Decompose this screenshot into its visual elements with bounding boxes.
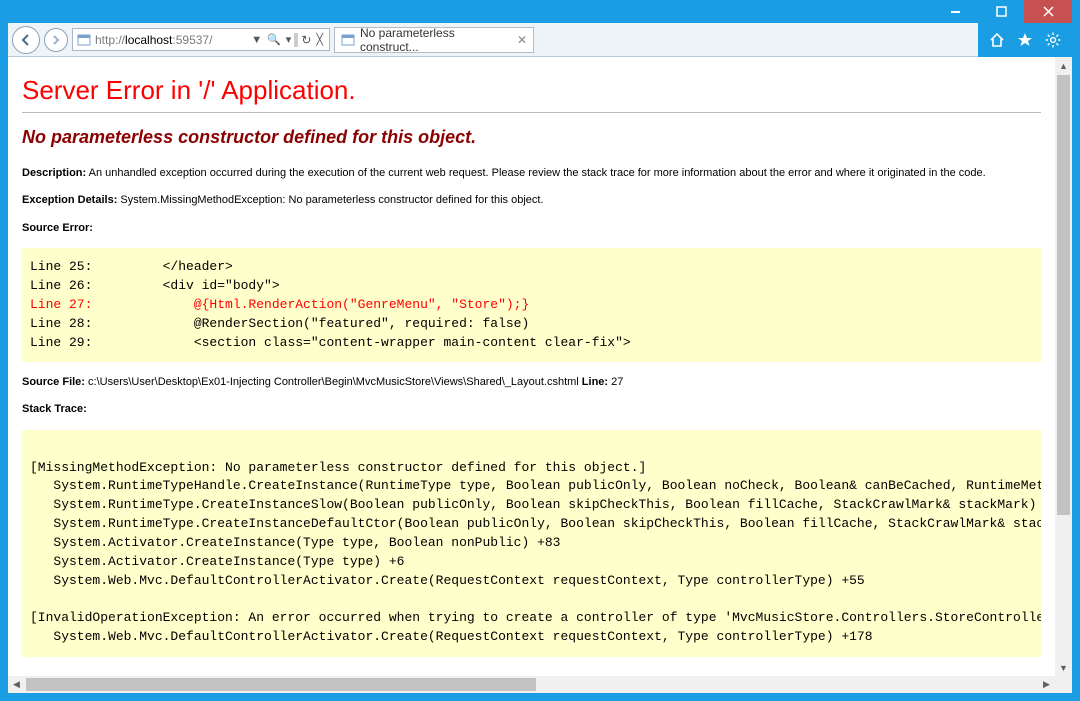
exception-details-text: System.MissingMethodException: No parame… [117,194,543,206]
error-message: No parameterless constructor defined for… [22,127,1041,148]
url-dropdown-icon[interactable]: ▼ [249,34,264,46]
scroll-corner [1055,676,1072,693]
browser-window: http://localhost:59537/ ▼ 🔍 ▾ ↻ ╳ No par… [0,0,1080,701]
back-button[interactable] [12,26,40,54]
scroll-left-icon[interactable]: ◀ [8,676,25,693]
error-page: Server Error in '/' Application. No para… [8,57,1055,676]
source-error-codebox: Line 25: </header>Line 26: <div id="body… [22,248,1041,362]
description-paragraph: Description: An unhandled exception occu… [22,166,1041,181]
source-file-label: Source File: [22,376,85,388]
refresh-icon[interactable]: ↻ [299,33,313,47]
source-line-27: Line 27: @{Html.RenderAction("GenreMenu"… [30,296,1033,315]
description-label: Description: [22,167,86,179]
source-line-25: Line 25: </header> [30,258,1033,277]
stack-trace-codebox: [MissingMethodException: No parameterles… [22,430,1041,657]
separator [294,33,298,47]
url-prefix: http:// [95,33,125,47]
separator-line [22,112,1041,113]
minimize-button[interactable] [932,0,978,23]
description-text: An unhandled exception occurred during t… [86,167,985,179]
scroll-right-icon[interactable]: ▶ [1038,676,1055,693]
search-icon[interactable]: 🔍 [265,33,283,46]
source-file-row: Source File: c:\Users\User\Desktop\Ex01-… [22,376,1041,388]
address-controls: ▼ 🔍 ▾ ↻ ╳ [249,33,325,47]
url-port: :59537/ [172,33,212,47]
favorites-icon[interactable] [1016,31,1034,49]
browser-tab[interactable]: No parameterless construct... ✕ [334,27,534,53]
home-icon[interactable] [988,31,1006,49]
scroll-down-icon[interactable]: ▼ [1055,659,1072,676]
horizontal-scrollbar[interactable]: ◀ ▶ [8,676,1055,693]
source-line-28: Line 28: @RenderSection("featured", requ… [30,315,1033,334]
scroll-up-icon[interactable]: ▲ [1055,57,1072,74]
forward-button[interactable] [44,28,68,52]
source-error-label: Source Error: [22,222,93,234]
source-error-label-row: Source Error: [22,221,1041,236]
maximize-button[interactable] [978,0,1024,23]
window-titlebar [8,0,1072,23]
browser-toolbar: http://localhost:59537/ ▼ 🔍 ▾ ↻ ╳ No par… [8,23,1072,57]
close-button[interactable] [1024,0,1072,23]
source-line-29: Line 29: <section class="content-wrapper… [30,334,1033,353]
tab-favicon-icon [341,33,355,47]
error-title: Server Error in '/' Application. [22,75,1041,106]
page-favicon-icon [77,33,91,47]
tab-close-icon[interactable]: ✕ [517,33,527,47]
url-host: localhost [125,33,172,47]
window-inner: http://localhost:59537/ ▼ 🔍 ▾ ↻ ╳ No par… [8,0,1072,693]
horizontal-scroll-thumb[interactable] [26,678,536,691]
tab-title: No parameterless construct... [360,26,508,54]
stop-icon[interactable]: ╳ [314,33,325,46]
toolbar-right-icons [978,23,1072,57]
exception-details-paragraph: Exception Details: System.MissingMethodE… [22,193,1041,208]
stack-trace-label: Stack Trace: [22,403,87,415]
source-file-text: c:\Users\User\Desktop\Ex01-Injecting Con… [85,376,579,388]
vertical-scrollbar[interactable]: ▲ ▼ [1055,57,1072,676]
line-label: Line: [579,376,608,388]
vertical-scroll-thumb[interactable] [1057,75,1070,515]
exception-details-label: Exception Details: [22,194,117,206]
line-number: 27 [608,376,623,388]
content-area: Server Error in '/' Application. No para… [8,57,1072,693]
source-line-26: Line 26: <div id="body"> [30,277,1033,296]
stack-trace-label-row: Stack Trace: [22,402,1041,417]
settings-icon[interactable] [1044,31,1062,49]
address-bar[interactable]: http://localhost:59537/ ▼ 🔍 ▾ ↻ ╳ [72,28,330,51]
search-dropdown-icon[interactable]: ▾ [284,33,294,46]
